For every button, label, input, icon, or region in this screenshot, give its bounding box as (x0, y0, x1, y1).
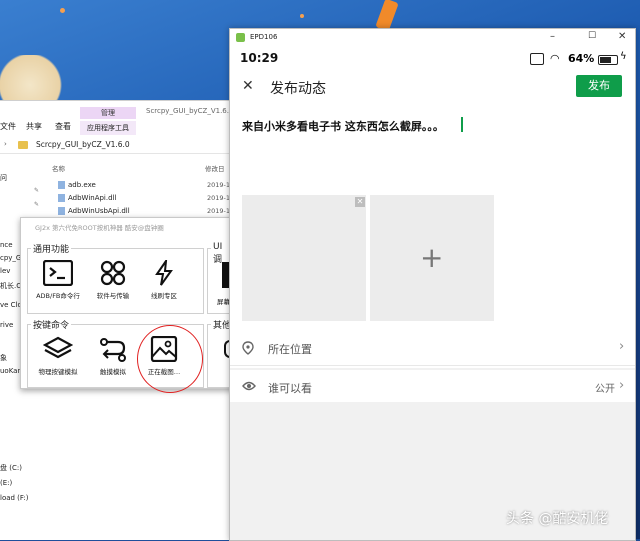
address-bar[interactable]: › Scrcpy_GUI_byCZ_V1.6.0 (0, 137, 232, 154)
maximize-icon[interactable]: ☐ (588, 31, 596, 41)
dll-icon (58, 207, 65, 215)
file-row[interactable]: AdbWinApi.dll (58, 194, 116, 202)
watermark: 头条 @酷安机佬 (506, 511, 609, 527)
publish-button[interactable]: 发布 (576, 75, 622, 97)
annotation-circle (137, 325, 203, 393)
phone-window-name: EPD106 (250, 33, 278, 41)
location-label: 所在位置 (268, 343, 312, 356)
dll-icon (58, 194, 65, 202)
status-time: 10:29 (240, 51, 279, 65)
terminal-icon (43, 260, 73, 286)
wifi-icon: ◠ (550, 52, 560, 65)
nav-item[interactable]: 盘 (C:) (0, 463, 22, 473)
eye-icon (242, 381, 256, 391)
nav-item[interactable]: uoKan (0, 367, 22, 375)
visibility-label: 谁可以看 (268, 382, 312, 395)
app-bar: ✕ 发布动态 (230, 70, 635, 104)
visibility-row[interactable]: 谁可以看 公开 › (230, 370, 635, 405)
swipe-icon (100, 338, 126, 362)
group-keys-label: 按键命令 (31, 318, 72, 331)
nav-item[interactable]: rive (0, 321, 13, 329)
tab-app-tools[interactable]: 应用程序工具 (80, 121, 136, 135)
tab-file[interactable]: 文件 (0, 121, 16, 132)
column-header-date[interactable]: 修改日 (205, 163, 225, 173)
apps-transfer-button[interactable]: 软件与传输 (88, 260, 138, 308)
post-text[interactable]: 来自小米多看电子书 这东西怎么截屏。。。 (242, 118, 444, 134)
wallpaper-leaf (375, 0, 399, 32)
group-common-label: 通用功能 (31, 242, 72, 255)
flash-zone-button[interactable]: 线刷专区 (139, 260, 189, 308)
exe-icon (58, 181, 65, 189)
window-title: Scrcpy_GUI_byCZ_V1.6.0 (146, 107, 234, 115)
file-date: 2019-1 (207, 194, 231, 202)
file-name: adb.exe (68, 181, 96, 189)
chevron-right-icon: › (619, 339, 625, 354)
nav-item[interactable]: 问 (0, 173, 7, 183)
battery-icon (598, 55, 618, 65)
plus-icon: + (420, 241, 444, 274)
pin-icon: ✎ (34, 201, 40, 208)
chevron-right-icon: › (619, 378, 625, 393)
nav-item[interactable]: 机长.C (0, 281, 21, 291)
adb-command-label: ADB/FB命令行 (36, 292, 80, 300)
nav-item[interactable]: (E:) (0, 479, 12, 487)
attached-image[interactable] (242, 195, 366, 321)
close-window-icon[interactable]: ✕ (618, 31, 626, 42)
minimize-icon[interactable]: – (550, 31, 555, 42)
pin-icon: ✎ (34, 187, 40, 194)
tab-view[interactable]: 查看 (55, 121, 71, 132)
location-row[interactable]: 所在位置 › (230, 331, 635, 366)
visibility-value: 公开 (595, 384, 615, 395)
layers-icon (43, 336, 73, 359)
lightning-icon (155, 260, 173, 286)
touch-sim-button[interactable]: 触摸模拟 (88, 336, 138, 384)
apps-grid-icon (100, 260, 126, 286)
wallpaper-leaf (60, 8, 65, 13)
touch-sim-label: 触摸模拟 (100, 368, 126, 376)
folder-icon (18, 141, 28, 149)
android-icon (236, 33, 245, 42)
remove-image-icon[interactable]: ✕ (355, 197, 365, 207)
message-icon (530, 53, 544, 65)
nav-item[interactable]: load (F:) (0, 494, 29, 502)
adb-command-button[interactable]: ADB/FB命令行 (33, 260, 83, 308)
flash-zone-label: 线刷专区 (151, 292, 177, 300)
phone-mirror-window: EPD106 – ☐ ✕ 10:29 ◠ 64% ϟ ✕ 发布动态 发布 来自小… (229, 28, 636, 541)
wallpaper-leaf (300, 14, 304, 18)
nav-item[interactable]: lev (0, 267, 10, 275)
tab-manage[interactable]: 管理 (80, 107, 136, 119)
nav-item[interactable]: 象 (0, 353, 7, 363)
address-path: Scrcpy_GUI_byCZ_V1.6.0 (36, 140, 130, 149)
status-bar: 10:29 ◠ 64% ϟ (230, 46, 635, 70)
column-header-name[interactable]: 名称 (52, 163, 65, 173)
phone-window-titlebar: EPD106 – ☐ ✕ (230, 29, 635, 46)
file-row[interactable]: AdbWinUsbApi.dll (58, 207, 130, 215)
location-pin-icon (242, 341, 254, 355)
chevron-right-icon: › (4, 140, 7, 148)
physical-keys-button[interactable]: 物理按键模拟 (33, 336, 83, 384)
nav-item[interactable]: ve Clo (0, 301, 22, 309)
text-caret (461, 117, 463, 132)
close-icon[interactable]: ✕ (242, 78, 254, 94)
charging-icon: ϟ (620, 51, 627, 62)
gj-window-title: GJ2x 第六代免ROOT按机神器 酷安@盘钟圈 (35, 224, 164, 232)
ribbon: 管理 Scrcpy_GUI_byCZ_V1.6.0 文件 共享 查看 应用程序工… (0, 103, 234, 135)
file-name: AdbWinApi.dll (68, 194, 117, 202)
apps-transfer-label: 软件与传输 (96, 292, 130, 300)
file-name: AdbWinUsbApi.dll (68, 207, 130, 215)
page-title: 发布动态 (270, 81, 326, 97)
file-date: 2019-1 (207, 207, 231, 215)
file-date: 2019-1 (207, 181, 231, 189)
physical-keys-label: 物理按键模拟 (38, 368, 78, 376)
nav-item[interactable]: nce (0, 241, 13, 249)
tab-share[interactable]: 共享 (26, 121, 42, 132)
file-row[interactable]: adb.exe (58, 181, 96, 189)
battery-percent: 64% (568, 52, 595, 65)
